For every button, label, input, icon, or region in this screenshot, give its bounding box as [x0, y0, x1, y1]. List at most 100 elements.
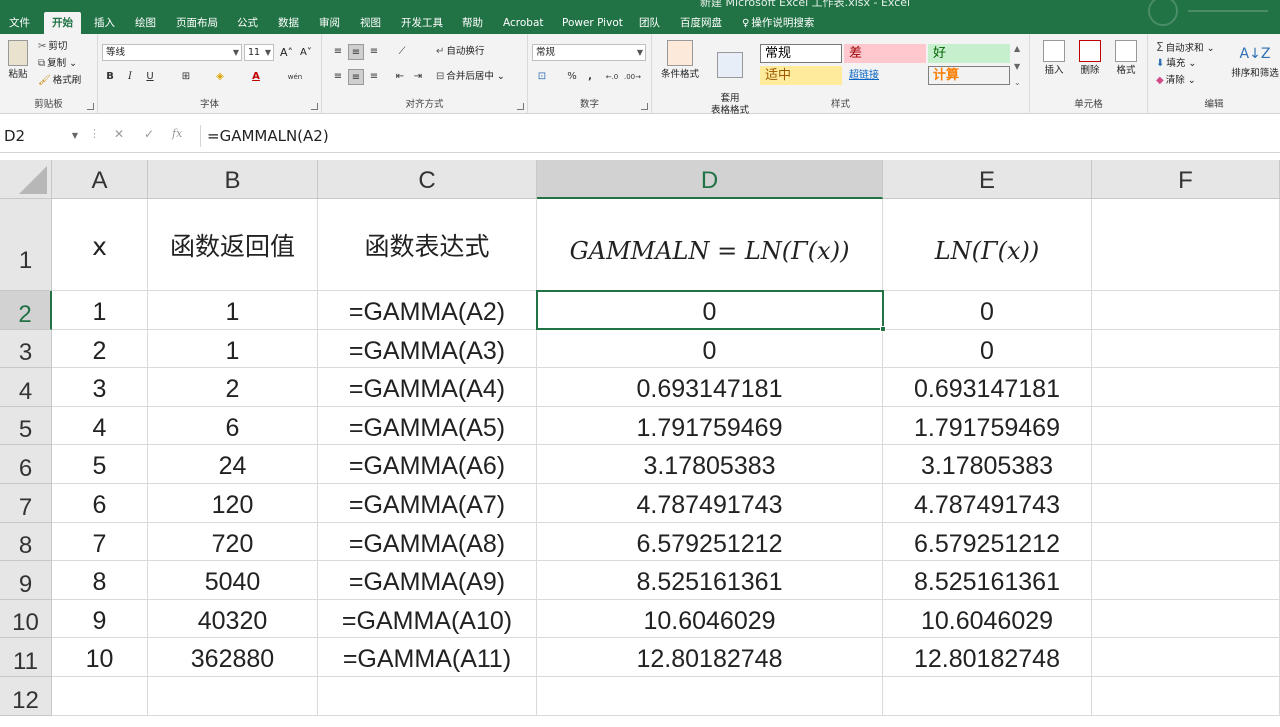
paste-button[interactable]: 粘贴	[4, 40, 32, 81]
grow-font-button[interactable]: A˄	[280, 46, 293, 60]
sort-filter-button[interactable]: A↓Z 排序和筛选	[1230, 40, 1280, 80]
align-top-icon[interactable]: ≡	[330, 44, 346, 60]
align-left-icon[interactable]: ≡	[330, 69, 346, 85]
tab-insert[interactable]: 插入	[94, 14, 115, 34]
cancel-icon[interactable]: ✕	[114, 127, 124, 141]
column-header-d[interactable]: D	[537, 160, 883, 199]
font-size-select[interactable]: 11 ▼	[244, 44, 274, 61]
row-header-1[interactable]: 1	[0, 199, 52, 291]
tab-page-layout[interactable]: 页面布局	[176, 14, 218, 34]
column-header-e[interactable]: E	[883, 160, 1092, 199]
cell-a4[interactable]: 3	[52, 368, 148, 407]
cell-d6[interactable]: 3.17805383	[537, 445, 883, 484]
tab-home[interactable]: 开始	[44, 12, 81, 34]
column-header-b[interactable]: B	[148, 160, 318, 199]
cell-d3[interactable]: 0	[537, 330, 883, 368]
tell-me-search[interactable]: ♀ 操作说明搜索	[742, 14, 814, 34]
row-header-10[interactable]: 10	[0, 600, 52, 638]
cell-f12[interactable]	[1092, 677, 1280, 716]
percent-button[interactable]: %	[564, 69, 580, 85]
row-header-4[interactable]: 4	[0, 368, 52, 407]
cell-c4[interactable]: =GAMMA(A4)	[318, 368, 537, 407]
cell-a12[interactable]	[52, 677, 148, 716]
styles-scroll-down-icon[interactable]: ▼	[1014, 60, 1020, 74]
borders-icon[interactable]: ⊞	[178, 69, 194, 85]
column-header-f[interactable]: F	[1092, 160, 1280, 199]
row-header-5[interactable]: 5	[0, 407, 52, 445]
row-header-6[interactable]: 6	[0, 445, 52, 484]
styles-more-icon[interactable]: ⌄	[1014, 76, 1021, 90]
cell-a6[interactable]: 5	[52, 445, 148, 484]
cell-b5[interactable]: 6	[148, 407, 318, 445]
cell-a7[interactable]: 6	[52, 484, 148, 523]
cell-e9[interactable]: 8.525161361	[883, 561, 1092, 600]
tab-data[interactable]: 数据	[278, 14, 299, 34]
tab-developer[interactable]: 开发工具	[401, 14, 443, 34]
autosum-button[interactable]: Σ 自动求和 ⌄	[1156, 40, 1215, 56]
cell-c3[interactable]: =GAMMA(A3)	[318, 330, 537, 368]
row-header-2[interactable]: 2	[0, 291, 52, 330]
cell-f7[interactable]	[1092, 484, 1280, 523]
cell-e2[interactable]: 0	[883, 291, 1092, 330]
cell-b10[interactable]: 40320	[148, 600, 318, 638]
decrease-decimal-icon[interactable]: .00→	[624, 69, 641, 85]
cell-c8[interactable]: =GAMMA(A8)	[318, 523, 537, 561]
copy-button[interactable]: ⧉ 复制 ⌄	[38, 57, 77, 71]
align-right-icon[interactable]: ≡	[366, 69, 382, 85]
number-launcher-icon[interactable]	[641, 103, 648, 110]
cell-e5[interactable]: 1.791759469	[883, 407, 1092, 445]
cell-c2[interactable]: =GAMMA(A2)	[318, 291, 537, 330]
name-box[interactable]: D2 ▼	[0, 125, 82, 147]
cell-f4[interactable]	[1092, 368, 1280, 407]
cell-d8[interactable]: 6.579251212	[537, 523, 883, 561]
fill-color-icon[interactable]: ◈	[212, 69, 228, 85]
cut-button[interactable]: ✂ 剪切	[38, 40, 67, 54]
cell-b1[interactable]: 函数返回值	[148, 199, 318, 291]
number-format-select[interactable]: 常规 ▼	[532, 44, 646, 61]
insert-cells-button[interactable]: 插入	[1038, 40, 1070, 77]
cell-b7[interactable]: 120	[148, 484, 318, 523]
cell-c7[interactable]: =GAMMA(A7)	[318, 484, 537, 523]
format-painter-button[interactable]: 🖌 格式刷	[38, 74, 81, 88]
cell-a1[interactable]: x	[52, 199, 148, 291]
cell-e8[interactable]: 6.579251212	[883, 523, 1092, 561]
row-header-8[interactable]: 8	[0, 523, 52, 561]
row-header-12[interactable]: 12	[0, 677, 52, 716]
row-header-7[interactable]: 7	[0, 484, 52, 523]
cell-c1[interactable]: 函数表达式	[318, 199, 537, 291]
cell-c10[interactable]: =GAMMA(A10)	[318, 600, 537, 638]
cell-d11[interactable]: 12.80182748	[537, 638, 883, 677]
cell-e1[interactable]: LN(Γ(x))	[883, 199, 1092, 291]
cell-f6[interactable]	[1092, 445, 1280, 484]
cell-f3[interactable]	[1092, 330, 1280, 368]
formula-input[interactable]: =GAMMALN(A2)	[200, 125, 1270, 147]
cell-b12[interactable]	[148, 677, 318, 716]
cell-f1[interactable]	[1092, 199, 1280, 291]
alignment-launcher-icon[interactable]	[517, 103, 524, 110]
cell-b9[interactable]: 5040	[148, 561, 318, 600]
increase-indent-icon[interactable]: ⇥	[410, 69, 426, 85]
phonetic-button[interactable]: wén	[284, 69, 306, 85]
shrink-font-button[interactable]: A˅	[300, 46, 312, 60]
clear-button[interactable]: ◆ 清除 ⌄	[1156, 74, 1196, 88]
cell-d12[interactable]	[537, 677, 883, 716]
cell-f11[interactable]	[1092, 638, 1280, 677]
cell-d4[interactable]: 0.693147181	[537, 368, 883, 407]
font-color-button[interactable]: A	[248, 69, 264, 85]
italic-button[interactable]: I	[122, 69, 138, 85]
tab-file[interactable]: 文件	[9, 14, 30, 34]
cell-b8[interactable]: 720	[148, 523, 318, 561]
tab-power-pivot[interactable]: Power Pivot	[562, 14, 623, 34]
cell-e11[interactable]: 12.80182748	[883, 638, 1092, 677]
cell-d9[interactable]: 8.525161361	[537, 561, 883, 600]
comma-button[interactable]: ,	[582, 69, 598, 85]
column-header-a[interactable]: A	[52, 160, 148, 199]
tab-draw[interactable]: 绘图	[135, 14, 156, 34]
cell-a2[interactable]: 1	[52, 291, 148, 330]
tab-view[interactable]: 视图	[360, 14, 381, 34]
style-normal[interactable]: 常规	[760, 44, 842, 63]
cell-a5[interactable]: 4	[52, 407, 148, 445]
delete-cells-button[interactable]: 删除	[1074, 40, 1106, 77]
cell-c9[interactable]: =GAMMA(A9)	[318, 561, 537, 600]
wrap-text-button[interactable]: ↵ 自动换行	[436, 45, 484, 59]
